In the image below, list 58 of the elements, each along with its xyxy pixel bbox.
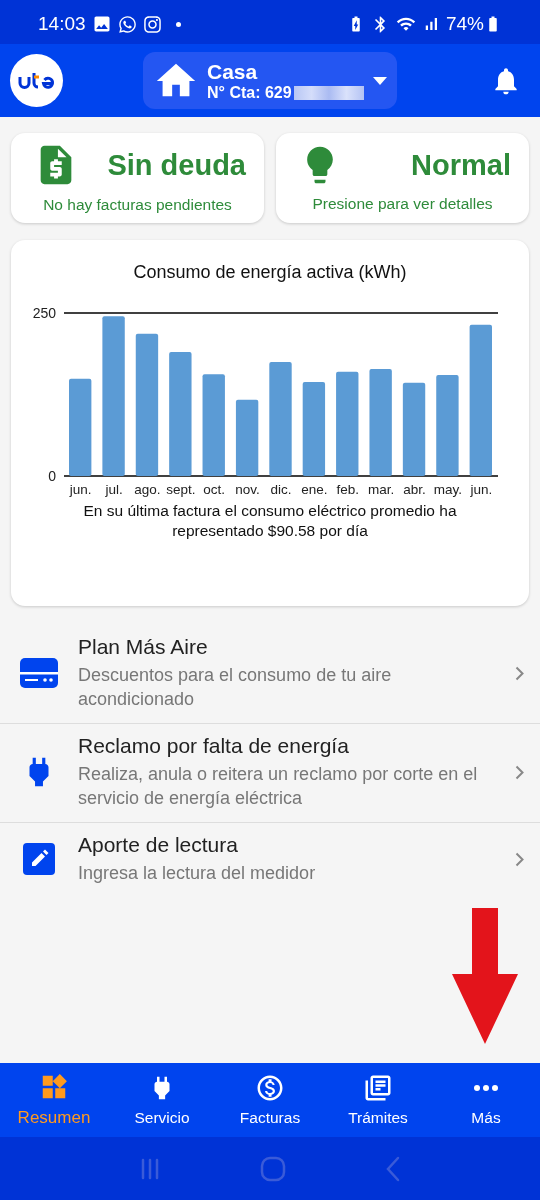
month-label: sept. <box>166 482 196 497</box>
chevron-icon <box>515 665 524 681</box>
edit-icon <box>23 843 55 875</box>
back-icon[interactable] <box>384 1155 401 1182</box>
summary-title: Normal <box>411 148 511 182</box>
summary-card[interactable]: Sin deuda No hay facturas pendientes <box>11 133 264 223</box>
camera-icon <box>142 14 162 34</box>
redacted-mark <box>293 85 364 100</box>
month-label: ago. <box>134 482 161 497</box>
nav-tab[interactable]: Servicio <box>108 1063 216 1137</box>
menu-description: Ingresa la lectura del medidor <box>78 862 317 885</box>
chat-icon <box>117 14 137 34</box>
menu-item[interactable]: Plan Más Aire Descuentos para el consumo de tu aire acondicionado <box>0 625 540 724</box>
month-label: jun. <box>470 482 493 497</box>
consumption-note: En su última factura el consumo eléctrico promedio ha representado $90.58 por día <box>82 501 458 541</box>
documents-icon <box>363 1073 393 1103</box>
dropdown-icon <box>373 76 387 85</box>
nav-tab[interactable]: Facturas <box>216 1063 324 1137</box>
month-label: abr. <box>403 482 426 497</box>
dollar-icon <box>255 1073 285 1103</box>
logo[interactable] <box>10 54 63 107</box>
account-selector[interactable]: Casa N° Cta: 629 <box>143 52 397 109</box>
month-label: ene. <box>301 482 328 497</box>
menu-description: Realiza, anula o reitera un reclamo por corte en el servicio de energía eléctrica <box>78 763 479 810</box>
chart-title: Consumo de energía activa (kWh) <box>133 262 407 283</box>
battery-level: 74% <box>445 13 484 35</box>
menu-item[interactable]: Reclamo por falta de energía Realiza, anula o reitera un reclamo por corte en el servicio de energía eléctrica <box>0 724 540 823</box>
month-label: mar. <box>368 482 395 497</box>
summary-subtitle: No hay facturas pendientes <box>43 196 232 214</box>
month-label: jun. <box>69 482 92 497</box>
month-label: feb. <box>336 482 360 497</box>
menu-title: Plan Más Aire <box>78 635 209 659</box>
account-name: Casa <box>207 59 259 84</box>
summary-title: Sin deuda <box>107 148 246 182</box>
chevron-icon <box>515 851 524 867</box>
month-label: nov. <box>235 482 260 497</box>
air-conditioner-icon <box>20 656 58 690</box>
clock: 14:03 <box>38 13 86 35</box>
month-label: jul. <box>105 482 123 497</box>
menu-title: Reclamo por falta de energía <box>78 734 350 758</box>
month-label: dic. <box>270 482 292 497</box>
chevron-icon <box>515 764 524 780</box>
account-number: N° Cta: 629 <box>207 83 292 102</box>
nav-tab[interactable]: Más <box>432 1063 540 1137</box>
menu-description: Descuentos para el consumo de tu aire acondicionado <box>78 664 393 711</box>
arrow-icon <box>452 908 518 1044</box>
month-label: may. <box>433 482 463 497</box>
summary-subtitle: Presione para ver detalles <box>312 195 493 213</box>
month-label: oct. <box>203 482 226 497</box>
more-icon <box>474 1085 498 1091</box>
menu-item[interactable]: Aporte de lectura Ingresa la lectura del medidor <box>0 823 540 897</box>
notification-dot <box>175 21 181 27</box>
axis-label: 250 <box>32 305 56 321</box>
axis-label: 0 <box>48 468 56 484</box>
home-button-icon[interactable] <box>260 1155 286 1182</box>
nav-tab[interactable]: Trámites <box>324 1063 432 1137</box>
summary-card[interactable]: Normal Presione para ver detalles <box>276 133 529 223</box>
menu-title: Aporte de lectura <box>78 833 239 857</box>
